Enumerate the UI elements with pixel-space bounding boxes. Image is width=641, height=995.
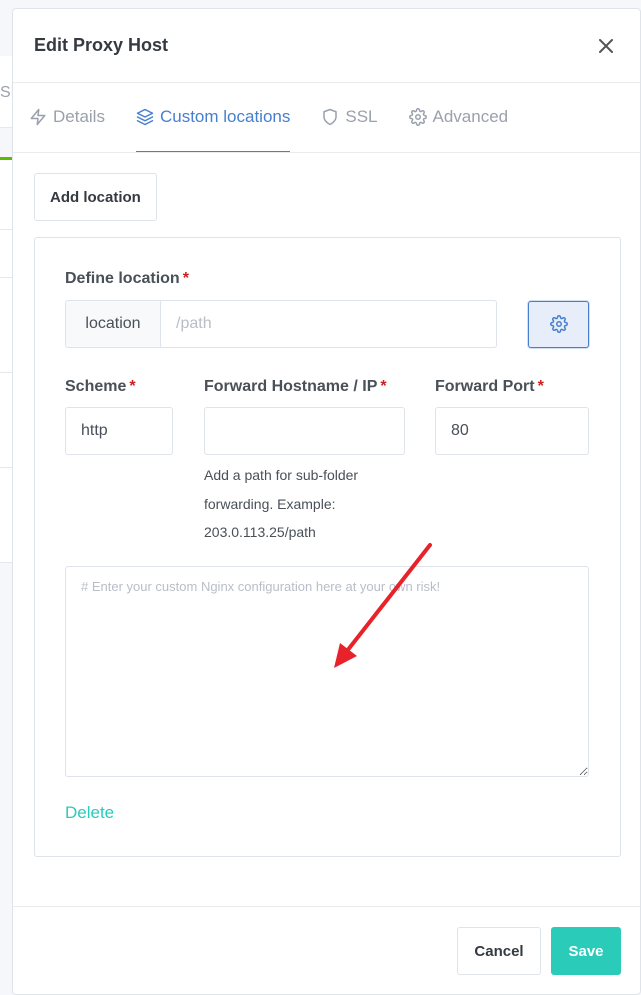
location-card: Define location* location Scheme*: [34, 237, 621, 857]
close-icon: [599, 38, 613, 53]
tab-ssl[interactable]: SSL: [321, 83, 378, 152]
scheme-label: Scheme *: [65, 378, 136, 395]
tab-label: SSL: [345, 107, 378, 126]
tab-advanced[interactable]: Advanced: [408, 83, 509, 152]
background-row: [0, 468, 12, 563]
save-button[interactable]: Save: [551, 927, 621, 975]
modal-header: Edit Proxy Host: [13, 9, 640, 83]
forward-port-label: Forward Port *: [435, 378, 544, 395]
location-path-input[interactable]: [161, 300, 497, 348]
tab-label: Custom locations: [159, 107, 291, 126]
tab-label: Details: [53, 107, 105, 126]
scheme-field: Scheme *: [65, 378, 204, 547]
location-settings-button[interactable]: [528, 300, 589, 348]
define-location-label: Define location *: [65, 270, 189, 287]
modal-body: Add location Define location* location S…: [13, 153, 640, 857]
layers-icon: [136, 108, 154, 126]
gear-icon: [408, 108, 427, 126]
forward-hostname-input[interactable]: [204, 407, 405, 455]
forward-hostname-field: Forward Hostname / IP * Add a path for su…: [204, 378, 435, 547]
delete-location-link[interactable]: Delete: [65, 803, 114, 823]
forward-hostname-help: Add a path for sub-folder forwarding. Ex…: [204, 467, 359, 540]
forward-port-field: Forward Port *: [435, 378, 589, 547]
forward-fields: Scheme* Forward Hostname / IP* Add a pat…: [65, 378, 590, 547]
forward-hostname-label: Forward Hostname / IP *: [204, 378, 387, 395]
close-button[interactable]: [592, 32, 620, 60]
tab-bar: Details Custom locations SSL Advanced: [13, 83, 640, 153]
location-row: location: [65, 300, 590, 348]
modal-footer: Cancel Save: [13, 906, 640, 995]
tab-details[interactable]: Details: [29, 83, 105, 152]
gear-icon: [549, 315, 568, 333]
modal-title: Edit Proxy Host: [34, 35, 169, 55]
background-row: [0, 230, 12, 278]
required-mark: *: [182, 270, 189, 287]
tab-label: Advanced: [432, 107, 509, 126]
background-row: [0, 373, 12, 468]
add-location-button[interactable]: Add location: [34, 173, 157, 221]
shield-icon: [323, 108, 338, 126]
location-addon: location: [65, 300, 161, 348]
background-row: [0, 278, 12, 373]
tab-custom-locations[interactable]: Custom locations: [135, 83, 291, 152]
forward-port-input[interactable]: [435, 407, 589, 455]
edit-proxy-host-modal: Edit Proxy Host Details Custom locations: [12, 8, 641, 995]
background-row: [0, 160, 12, 230]
lightning-icon: [30, 108, 46, 126]
scheme-input[interactable]: [65, 407, 173, 455]
custom-config-textarea[interactable]: [65, 566, 589, 777]
cancel-button[interactable]: Cancel: [457, 927, 541, 975]
